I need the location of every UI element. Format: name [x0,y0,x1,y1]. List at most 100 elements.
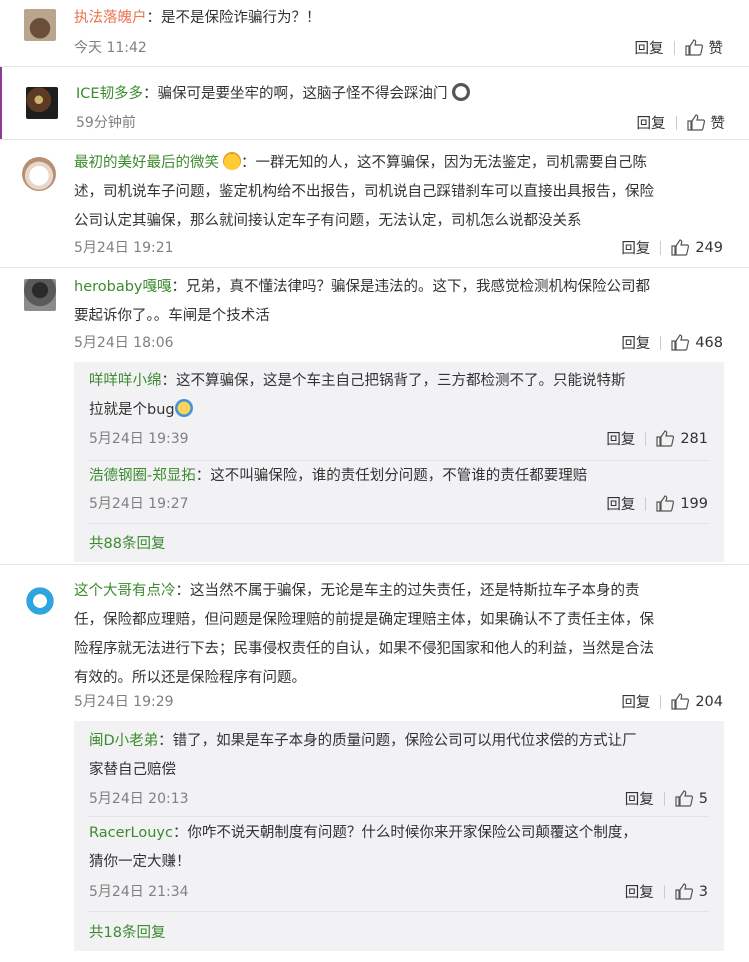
like-label[interactable]: 赞 [711,112,726,133]
user-nickname[interactable]: RacerLouyc [89,825,173,841]
reply-button[interactable]: 回复 [625,788,654,809]
reply-button[interactable]: 回复 [621,691,650,712]
like-count[interactable]: 468 [695,335,723,351]
avatar[interactable] [24,9,56,41]
comment-item: ICE韧多多：骗保可是要坐牢的啊，这脑子怪不得会踩油门 59分钟前 回复 赞 [0,67,749,139]
separator [673,40,675,55]
reply-actions: 回复 199 [606,493,708,514]
reply-actions: 回复 5 [625,788,708,809]
comment-body: 险程序就无法进行下去；民事侵权责任的自认，如果不侵犯国家和他人的利益，当然是合法 [74,641,654,657]
emoji-icon [223,152,241,170]
comment-item: 最初的美好最后的微笑 ：一群无知的人，这不算骗保，因为无法鉴定，司机需要自己陈 述… [0,140,749,267]
comment-text: 这个大哥有点冷：这当然不属于骗保，无论是车主的过失责任，还是特斯拉车子本身的责 … [74,577,724,693]
reply-button[interactable]: 回复 [606,493,635,514]
thumbs-up-icon[interactable] [675,790,693,807]
user-nickname[interactable]: 闽D小老弟 [89,733,158,749]
user-nickname[interactable]: 这个大哥有点冷 [74,583,176,599]
emoji-icon [174,399,193,417]
comment-time: 59分钟前 [76,115,136,131]
comment-body: 任，保险都应理赔，但问题是保险理赔的前提是确定理赔主体，如果确认不了责任主体，保 [74,612,654,628]
reply-text: RacerLouyc：你咋不说天朝制度有问题？什么时候你来开家保险公司颠覆这个制… [89,819,719,877]
separator [660,694,662,709]
user-nickname[interactable]: herobaby嘎嘎 [74,279,172,295]
comment-text: 最初的美好最后的微笑 ：一群无知的人，这不算骗保，因为无法鉴定，司机需要自己陈 述… [74,149,724,236]
thumbs-up-icon[interactable] [686,114,705,131]
comment-body: 述，司机说车子问题，鉴定机构给不出报告，司机说自己踩错刹车可以直接出具报告，保险 [74,184,654,200]
thumbs-up-icon[interactable] [656,495,675,512]
user-nickname[interactable]: ICE韧多多 [76,86,143,102]
comment-body: ：是不是保险诈骗行为？！ [146,10,321,26]
comment-item: herobaby嘎嘎：兄弟，真不懂法律吗？骗保是违法的。这下，我感觉检测机构保险… [0,268,749,564]
more-replies-link[interactable]: 共88条回复 [89,532,165,553]
comment-actions: 回复 468 [621,332,723,353]
reply-body: ：这不算骗保，这是个车主自己把锅背了，三方都检测不了。只能说特斯 [161,373,626,389]
reply-button[interactable]: 回复 [635,37,664,58]
divider [89,460,709,461]
divider [89,911,709,912]
avatar[interactable] [22,157,56,191]
reply-button[interactable]: 回复 [637,112,666,133]
thumbs-up-icon[interactable] [684,39,703,56]
avatar[interactable] [24,585,56,617]
separator [663,884,665,899]
comment-time: 5月24日 19:29 [74,694,174,710]
reply-body: ：这不叫骗保险，谁的责任划分问题，不管谁的责任都要理赔 [195,468,588,484]
comment-body: ：一群无知的人，这不算骗保，因为无法鉴定，司机需要自己陈 [241,155,647,171]
like-count[interactable]: 3 [699,884,708,900]
reply-button[interactable]: 回复 [621,332,650,353]
reply-body: 家替自己赔偿 [89,762,176,778]
comment-text: ICE韧多多：骗保可是要坐牢的啊，这脑子怪不得会踩油门 [76,80,471,109]
comment-body: ：兄弟，真不懂法律吗？骗保是违法的。这下，我感觉检测机构保险公司都 [171,279,651,295]
user-nickname[interactable]: 浩德钢圈-郑显拓 [89,468,196,484]
comment-actions: 回复 赞 [637,112,726,133]
separator [660,335,662,350]
user-nickname[interactable]: 最初的美好最后的微笑 [74,155,219,171]
comment-time: 5月24日 19:21 [74,240,174,256]
separator [660,240,662,255]
more-replies-link[interactable]: 共18条回复 [89,921,165,942]
reply-body: ：错了，如果是车子本身的质量问题，保险公司可以用代位求偿的方式让厂 [158,733,637,749]
thumbs-up-icon[interactable] [671,693,690,710]
reply-text: 咩咩咩小绵：这不算骗保，这是个车主自己把锅背了，三方都检测不了。只能说特斯 拉就… [89,367,719,425]
reply-text: 闽D小老弟：错了，如果是车子本身的质量问题，保险公司可以用代位求偿的方式让厂 家… [89,727,719,785]
avatar[interactable] [24,279,56,311]
user-nickname[interactable]: 执法落魄户 [74,10,147,26]
thumbs-up-icon[interactable] [671,239,690,256]
reply-time: 5月24日 19:39 [89,431,189,447]
like-count[interactable]: 249 [695,240,723,256]
like-count[interactable]: 204 [695,694,723,710]
like-count[interactable]: 5 [699,791,708,807]
reply-body: 拉就是个bug [89,402,175,418]
like-count[interactable]: 199 [680,496,708,512]
reply-list: 咩咩咩小绵：这不算骗保，这是个车主自己把锅背了，三方都检测不了。只能说特斯 拉就… [74,362,724,562]
reply-actions: 回复 3 [625,881,708,902]
thumbs-up-icon[interactable] [671,334,690,351]
thumbs-up-icon[interactable] [656,430,675,447]
reply-body: 猜你一定大赚！ [89,854,191,870]
comment-body: ：骗保可是要坐牢的啊，这脑子怪不得会踩油门 [143,86,448,102]
reply-text: 浩德钢圈-郑显拓：这不叫骗保险，谁的责任划分问题，不管谁的责任都要理赔 [89,462,719,491]
comment-time: 今天 11:42 [74,40,147,56]
divider [89,816,709,817]
thumbs-up-icon[interactable] [675,883,693,900]
user-nickname[interactable]: 咩咩咩小绵 [89,373,162,389]
comment-item: 执法落魄户：是不是保险诈骗行为？！ 今天 11:42 回复 赞 [0,0,749,66]
comment-text: herobaby嘎嘎：兄弟，真不懂法律吗？骗保是违法的。这下，我感觉检测机构保险… [74,273,724,331]
comment-text: 执法落魄户：是不是保险诈骗行为？！ [74,4,321,33]
comment-item: 这个大哥有点冷：这当然不属于骗保，无论是车主的过失责任，还是特斯拉车子本身的责 … [0,565,749,962]
emoji-icon [452,83,471,101]
reply-actions: 回复 281 [606,428,708,449]
separator [663,791,665,806]
reply-button[interactable]: 回复 [606,428,635,449]
comment-body: 要起诉你了。。车闸是个技术活 [74,308,270,324]
comment-actions: 回复 204 [621,691,723,712]
avatar[interactable] [26,87,58,119]
comment-actions: 回复 249 [621,237,723,258]
like-count[interactable]: 281 [680,431,708,447]
separator [645,431,647,446]
reply-button[interactable]: 回复 [625,881,654,902]
comment-time: 5月24日 18:06 [74,335,174,351]
like-label[interactable]: 赞 [709,37,724,58]
reply-button[interactable]: 回复 [621,237,650,258]
reply-body: ：你咋不说天朝制度有问题？什么时候你来开家保险公司颠覆这个制度， [172,825,637,841]
